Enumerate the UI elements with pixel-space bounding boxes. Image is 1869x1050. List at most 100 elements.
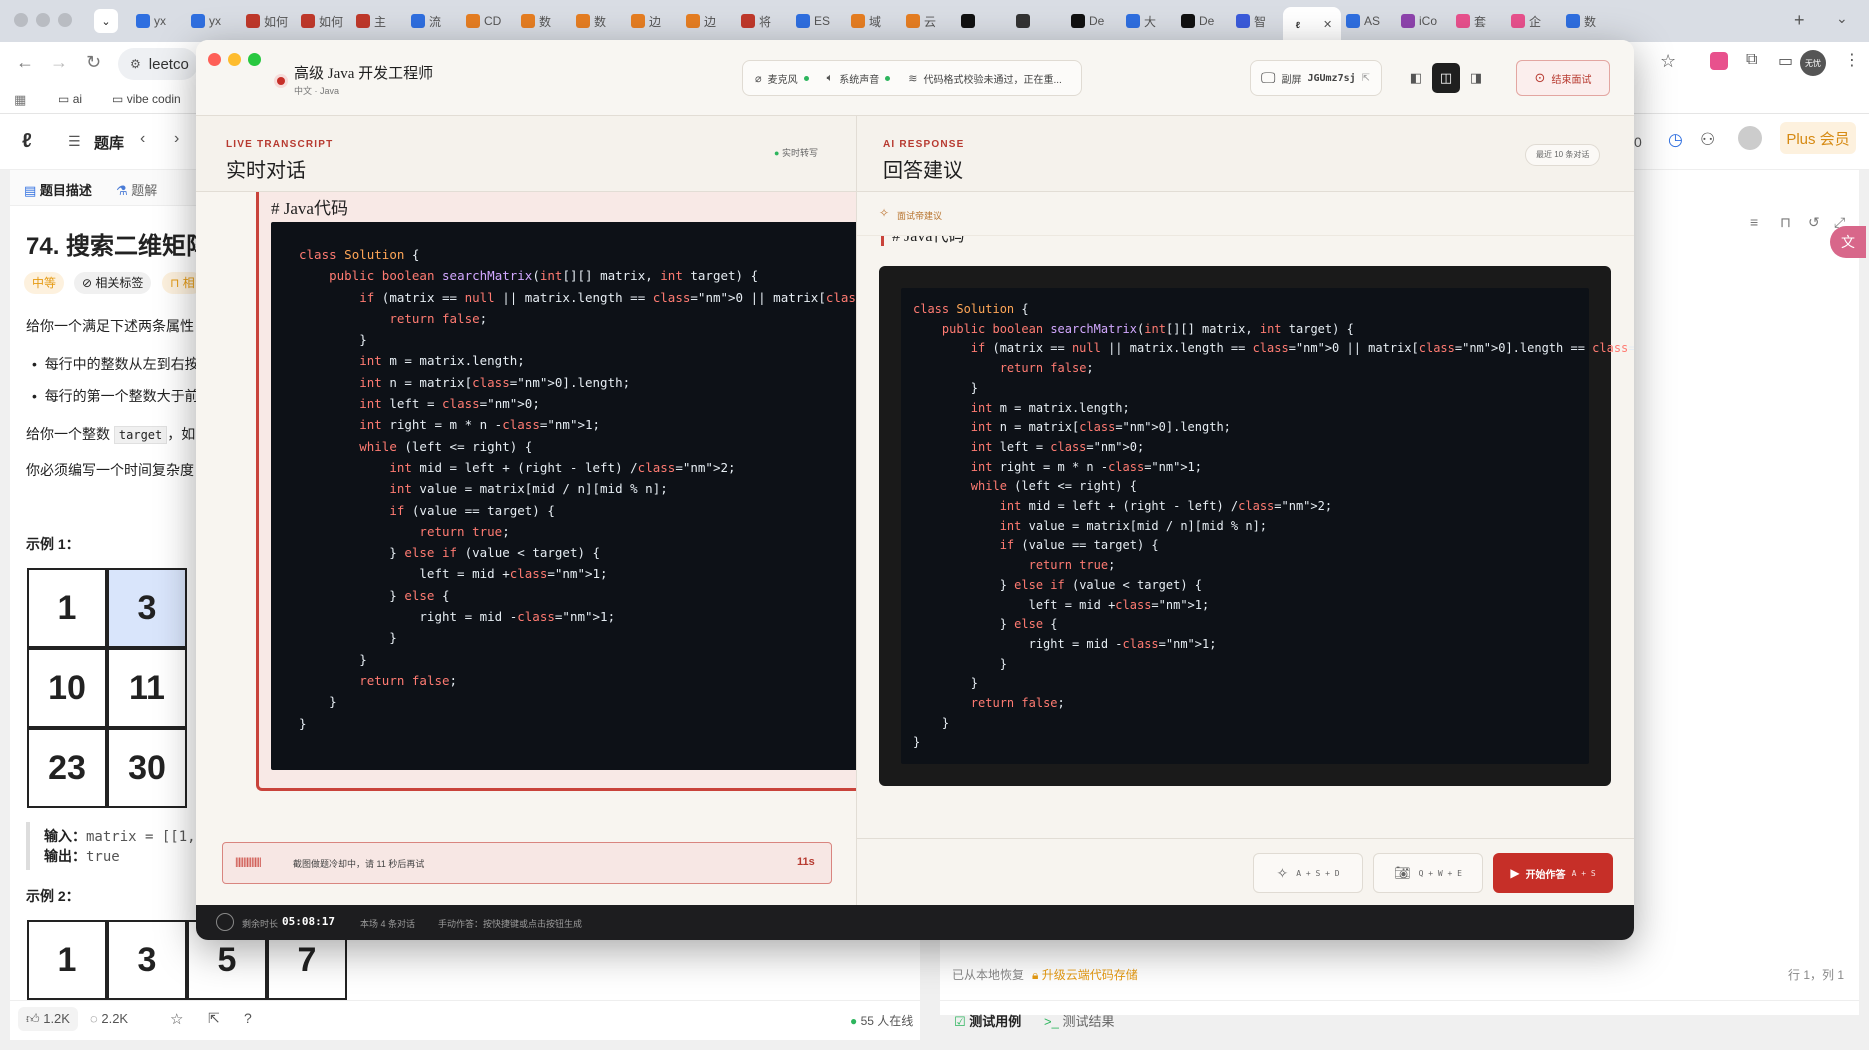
reload-icon[interactable]: ↻ (86, 52, 101, 73)
back-arrow-icon[interactable]: ← (16, 52, 34, 73)
share-icon[interactable]: ⇱ (208, 1010, 220, 1027)
bookmark-ai[interactable]: ▭ ai (58, 92, 82, 106)
browser-tab[interactable]: 数 (1558, 7, 1616, 35)
plus-member-button[interactable]: Plus 会员 (1780, 122, 1856, 154)
url-field[interactable]: ⚙ leetco (118, 48, 198, 80)
browser-tab[interactable] (1008, 7, 1066, 35)
site-settings-icon[interactable]: ⚙ (130, 57, 141, 71)
layout-right-icon[interactable]: ◨ (1462, 63, 1490, 93)
browser-tab[interactable]: 域 (843, 7, 901, 35)
timer-icon[interactable]: ◷ (1668, 130, 1683, 150)
help-icon[interactable]: ? (244, 1010, 252, 1026)
browser-tab[interactable]: CD (458, 7, 516, 35)
browser-tab[interactable]: yx (128, 7, 186, 35)
translate-float-icon[interactable]: 文 (1830, 226, 1866, 258)
transcript-header: LIVE TRANSCRIPT 实时对话 ● 实时转写 (196, 116, 856, 192)
browser-tab[interactable]: 数 (568, 7, 626, 35)
tab-description[interactable]: ▤ 题目描述 (24, 180, 92, 199)
code-line: while (left <= right) { (359, 438, 533, 454)
browser-tab[interactable]: 如何 (238, 7, 296, 35)
tab-testcase[interactable]: ☑ 测试用例 (954, 1011, 1021, 1030)
next-problem-icon[interactable]: › (174, 130, 179, 148)
browser-tab[interactable]: 流 (403, 7, 461, 35)
window-zoom-dot[interactable] (58, 13, 72, 27)
tab-close-icon[interactable]: ✕ (1323, 18, 1332, 31)
browser-tabs: yx yx 如何 如何主流 CD 数数边边将 ES 域云 De 大 De 智 ℓ ✕ AS iCo 套企数 (128, 0, 1768, 42)
profile-avatar[interactable]: 无忧 (1800, 50, 1826, 76)
screenshot-button[interactable]: 📷︎ Q + W + E (1373, 853, 1483, 893)
secondary-screen-button[interactable]: 🖵︎ 副屏 JGUmz7sj ⇱ (1250, 60, 1382, 96)
code-line: if (value == target) { (999, 538, 1159, 553)
browser-tab[interactable]: 云 (898, 7, 956, 35)
browser-tab[interactable]: AS (1338, 7, 1396, 35)
tab-list-chevron-icon[interactable]: ⌄ (1836, 10, 1848, 27)
favorite-star-icon[interactable]: ☆ (170, 1010, 183, 1028)
close-dot[interactable] (208, 53, 221, 66)
tab-search-chevron-icon[interactable]: ⌄ (94, 9, 118, 33)
window-close-dot[interactable] (14, 13, 28, 27)
upgrade-storage-link[interactable]: 🔒︎ 升级云端代码存储 (1032, 966, 1138, 983)
browser-tab[interactable]: 将 (733, 7, 791, 35)
prev-problem-icon[interactable]: ‹ (140, 130, 145, 148)
input-label: 输入： (44, 828, 86, 844)
tab-solution[interactable]: ⚗ 题解 (116, 180, 157, 199)
code-line: } (913, 715, 950, 730)
cooldown-text: 截图做题冷却中，请 11 秒后再试 (293, 859, 425, 869)
browser-tab[interactable]: De (1063, 7, 1121, 35)
layout-left-icon[interactable]: ◧ (1402, 63, 1430, 93)
problem-bank-link[interactable]: 题库 (94, 132, 124, 153)
tab-favicon-icon (631, 14, 645, 28)
browser-tab[interactable]: 智 (1228, 7, 1286, 35)
browser-tab[interactable]: 数 (513, 7, 571, 35)
bullet-text: 每行的第一个整数大于前 (44, 388, 199, 404)
new-tab-plus-icon[interactable]: + (1794, 10, 1805, 31)
tab-favicon-icon (1346, 14, 1360, 28)
browser-tab[interactable]: ℓ ✕ (1283, 7, 1341, 42)
start-answer-button[interactable]: ▶ 开始作答 A + S (1493, 853, 1613, 893)
minimize-dot[interactable] (228, 53, 241, 66)
tab-title: CD (484, 14, 502, 28)
browser-tab[interactable]: 企 (1503, 7, 1561, 35)
tab-title: 如何 (319, 14, 344, 29)
tab-favicon-icon (1236, 14, 1250, 28)
layout-split-icon[interactable]: ◫ (1432, 63, 1460, 93)
browser-tab[interactable]: De (1173, 7, 1231, 35)
format-icon[interactable]: ≡ (1750, 214, 1758, 230)
add-friend-icon[interactable]: ⚇ (1700, 130, 1715, 150)
browser-tab[interactable]: 主 (348, 7, 406, 35)
like-button[interactable]: 👍︎ 1.2K (18, 1007, 78, 1031)
browser-tab[interactable]: ES (788, 7, 846, 35)
reset-icon[interactable]: ↺ (1808, 214, 1820, 231)
sidepanel-icon[interactable]: ▭ (1778, 51, 1793, 71)
bookmark-vibe-coding[interactable]: ▭ vibe codin (112, 92, 181, 106)
testresult-label: 测试结果 (1062, 1014, 1115, 1029)
apps-grid-icon[interactable]: ▦ (14, 92, 26, 108)
browser-tab[interactable]: 边 (623, 7, 681, 35)
window-minimize-dot[interactable] (36, 13, 50, 27)
screen-code: JGUmz7sj (1307, 72, 1356, 84)
bookmark-icon[interactable]: ⊓ (1780, 214, 1791, 231)
user-avatar[interactable] (1738, 126, 1762, 150)
extension-icon[interactable] (1710, 52, 1728, 70)
browser-tab[interactable] (953, 7, 1011, 35)
tab-testresult[interactable]: >_ 测试结果 (1044, 1011, 1114, 1030)
browser-tab[interactable]: yx (183, 7, 241, 35)
browser-tab[interactable]: 套 (1448, 7, 1506, 35)
transcript-body: # Java代码 class Solution { public boolean… (196, 192, 856, 905)
zoom-dot[interactable] (248, 53, 261, 66)
forward-arrow-icon[interactable]: → (50, 52, 68, 73)
browser-tab[interactable]: 如何 (293, 7, 351, 35)
bookmark-star-icon[interactable]: ☆ (1660, 51, 1676, 72)
speaker-icon: 🔈︎ (826, 71, 834, 84)
ai-suggest-button[interactable]: ✧ A + S + D (1253, 853, 1363, 893)
browser-tab[interactable]: 边 (678, 7, 736, 35)
browser-tab[interactable]: 大 (1118, 7, 1176, 35)
related-tags-button[interactable]: ⊘ 相关标签 (74, 272, 152, 294)
leetcode-logo-icon[interactable]: ℓ (22, 130, 32, 153)
code-line: if (value == target) { (389, 502, 555, 518)
extensions-puzzle-icon[interactable]: ⧉ (1746, 51, 1757, 69)
end-interview-button[interactable]: ⊙ 结束面试 (1516, 60, 1610, 96)
menu-dots-icon[interactable]: ⋮ (1844, 50, 1860, 70)
comment-button[interactable]: ◌ 2.2K (90, 1011, 128, 1026)
browser-tab[interactable]: iCo (1393, 7, 1451, 35)
